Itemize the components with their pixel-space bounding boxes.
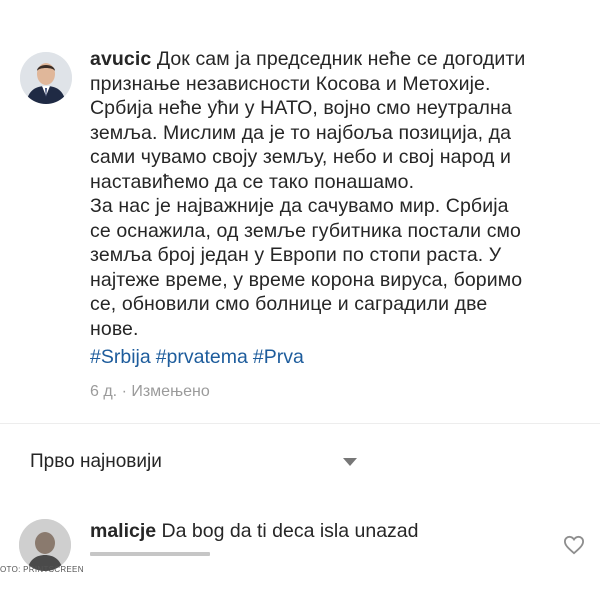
comments-sort-label[interactable]: Прво најновији <box>30 451 162 473</box>
comment-body: Da bog da ti deca isla unazad <box>156 520 419 542</box>
comment-avatar-image <box>19 519 71 571</box>
post-username[interactable]: avucic <box>90 48 151 70</box>
post-caption: avucic Док сам ја председник неће се дог… <box>90 47 590 341</box>
comment-avatar[interactable] <box>19 519 71 571</box>
photo-credit: OTO: PRINTSCREEN <box>0 565 84 574</box>
divider <box>0 423 600 424</box>
heart-icon[interactable] <box>563 535 585 555</box>
post-text: Док сам ја председник неће се догодити п… <box>90 48 526 340</box>
hashtag-link[interactable]: #prvatema <box>156 346 248 368</box>
hashtag-list: #Srbija #prvatema #Prva <box>90 345 309 370</box>
hashtag-link[interactable]: #Prva <box>253 346 304 368</box>
avatar[interactable] <box>20 52 72 104</box>
comment-meta-cutoff <box>90 552 210 556</box>
chevron-down-icon[interactable] <box>343 458 357 466</box>
post-meta: 6 д. · Измењено <box>90 383 210 400</box>
avatar-image <box>20 52 72 104</box>
hashtag-link[interactable]: #Srbija <box>90 346 151 368</box>
comment-username[interactable]: malicje <box>90 520 156 542</box>
comment: malicje Da bog da ti deca isla unazad <box>0 505 600 575</box>
comment-text: malicje Da bog da ti deca isla unazad <box>90 519 419 543</box>
